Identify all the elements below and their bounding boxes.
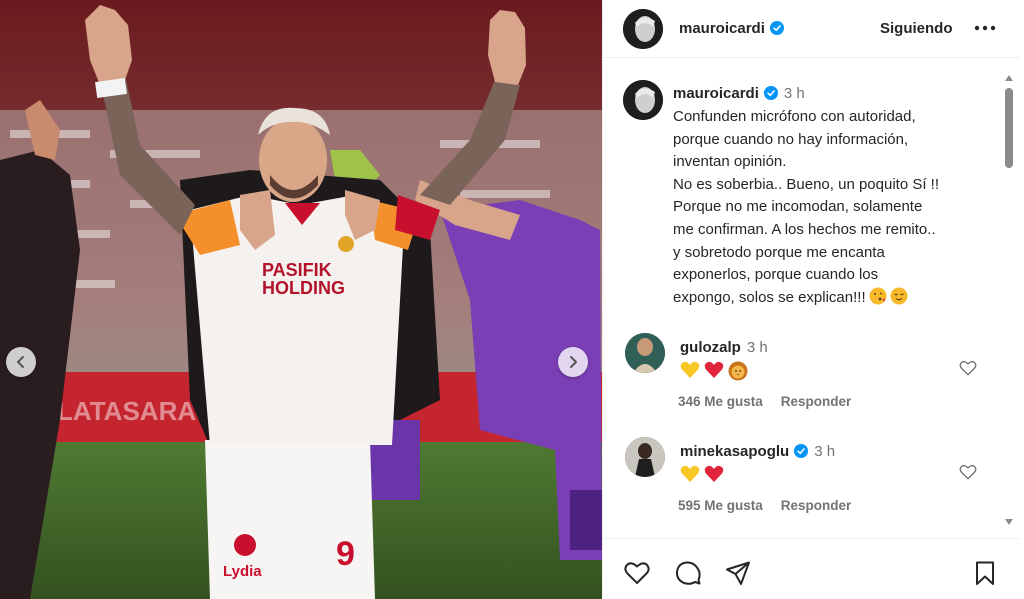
verified-badge-icon [794,444,809,458]
share-icon[interactable] [724,559,752,587]
more-icon[interactable] [973,18,997,38]
author-avatar[interactable] [623,9,663,49]
comment-icon[interactable] [674,559,702,587]
caption-header: mauroicardi 3 h [673,85,805,102]
comment-header: minekasapoglu 3 h [680,443,835,460]
heart-icon[interactable] [623,559,651,587]
scroll-thumb[interactable] [1005,88,1013,168]
yellow-heart-icon [680,465,700,482]
post-sidebar: mauroicardi Siguiendo mauroicardi 3 h Con… [602,0,1024,599]
jersey-sponsor-line1: PASIFIK [262,260,332,280]
comment-time[interactable]: 3 h [814,443,835,460]
post-header: mauroicardi Siguiendo [603,0,1019,58]
reply-button[interactable]: Responder [781,394,852,409]
relieved-face-icon [890,287,908,305]
author-username-text[interactable]: mauroicardi [679,20,765,37]
comment-time[interactable]: 3 h [747,339,768,356]
caption-line: inventan opinión. [673,153,787,171]
caption-line: y sobretodo porque me encanta [673,243,885,261]
commenter-avatar[interactable] [625,333,665,373]
comment-meta: 346 Me gusta Responder [678,394,869,409]
chevron-left-icon [17,356,24,368]
reply-button[interactable]: Responder [781,498,852,513]
heart-icon[interactable] [959,463,977,481]
avatar-image [625,333,665,373]
comment-meta: 595 Me gusta Responder [678,498,869,513]
scroll-up-arrow-icon[interactable] [1005,75,1013,81]
caption-line: exponerlos, porque cuando los [673,266,879,284]
verified-badge-icon [763,86,778,100]
chevron-right-icon [570,356,577,368]
caption-text: Confunden micrófono con autoridad, porqu… [673,106,995,309]
comment-item: minekasapoglu 3 h 595 Me gusta Responder [603,437,1019,527]
verified-badge-icon [769,21,784,35]
comments-section[interactable]: mauroicardi 3 h Confunden micrófono con a… [603,59,1019,537]
comments-scrollbar[interactable] [1003,71,1015,527]
scroll-down-arrow-icon[interactable] [1005,519,1013,525]
post-image: GALATASARAY 9 Lydia PASIFIK HOLDING [0,0,602,599]
carousel-prev-button[interactable] [6,347,36,377]
caption-line: Confunden micrófono con autoridad, [673,108,916,125]
commenter-username[interactable]: minekasapoglu [680,443,789,460]
commenter-username[interactable]: gulozalp [680,339,741,356]
comment-text [680,361,748,381]
red-heart-icon [704,465,724,482]
avatar-image [623,9,663,49]
avatar-image [625,437,665,477]
caption-line: porque cuando no hay información, [673,130,909,148]
caption-line: Porque no me incomodan, solamente [673,198,923,216]
comment-text [680,465,724,485]
jersey-number: 9 [336,535,355,573]
yellow-heart-icon [680,361,700,378]
face-blowing-kiss-icon [869,287,887,305]
action-bar [603,538,1019,599]
bookmark-icon[interactable] [971,559,999,587]
post-photo: GALATASARAY 9 Lydia PASIFIK HOLDING [0,0,602,599]
comment-likes-count[interactable]: 346 Me gusta [678,394,763,409]
comment-item: gulozalp 3 h 346 Me gusta Responder [603,333,1019,423]
caption-username[interactable]: mauroicardi [673,85,759,102]
avatar-image [623,80,663,120]
caption-line: me confirman. A los hechos me remito.. [673,220,936,238]
comment-likes-count[interactable]: 595 Me gusta [678,498,763,513]
caption-author-avatar[interactable] [623,80,663,120]
comment-header: gulozalp 3 h [680,339,768,356]
caption-line: No es soberbia.. Bueno, un poquito Sí !! [673,175,940,193]
jersey-sponsor-line2: HOLDING [262,278,345,298]
lion-face-icon [728,361,748,381]
red-heart-icon [704,361,724,378]
commenter-avatar[interactable] [625,437,665,477]
caption-time[interactable]: 3 h [784,85,805,102]
carousel-next-button[interactable] [558,347,588,377]
caption-line: expongo, solos se explican!!! [673,288,866,306]
following-button[interactable]: Siguiendo [880,20,953,37]
shorts-sponsor: Lydia [223,563,262,580]
author-username[interactable]: mauroicardi [679,20,784,37]
heart-icon[interactable] [959,359,977,377]
caption-line-last: expongo, solos se explican!!! [673,287,995,310]
